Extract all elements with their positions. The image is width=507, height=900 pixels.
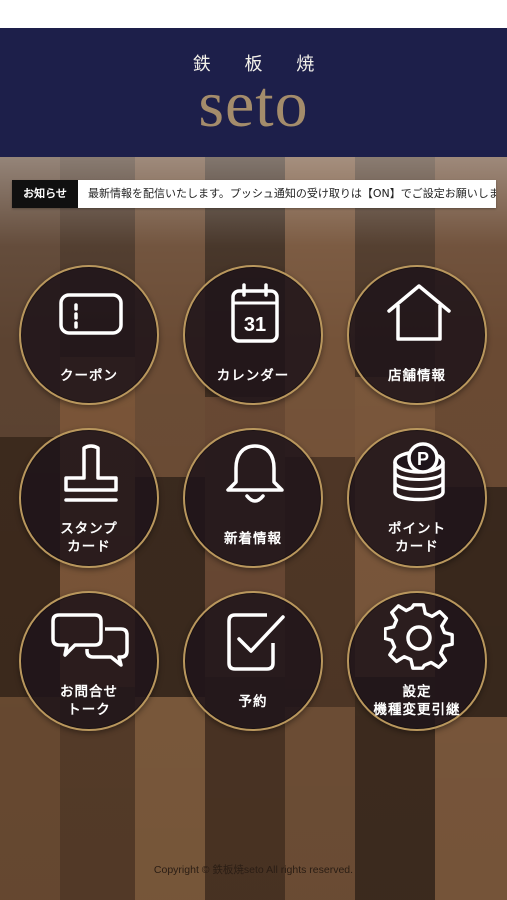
coupon-icon: [21, 267, 161, 407]
clipboard-check-icon: [185, 593, 325, 733]
store-info-label: 店舗情報: [388, 368, 446, 384]
news-text: 最新情報を配信いたします。プッシュ通知の受け取りは【ON】でご設定お願いします。: [88, 187, 496, 200]
stamp-card-button[interactable]: スタンプ カード: [19, 428, 159, 568]
news-ticker[interactable]: お知らせ 最新情報を配信いたします。プッシュ通知の受け取りは【ON】でご設定お願…: [12, 180, 496, 208]
settings-label: 設定: [402, 684, 432, 700]
contact-talk-label-2: トーク: [67, 702, 111, 718]
point-card-label-2: カード: [395, 539, 439, 555]
news-label: お知らせ: [12, 180, 78, 208]
brand-logo: seto: [198, 68, 309, 141]
contact-talk-button[interactable]: お問合せ トーク: [19, 591, 159, 731]
app-header: 鉄 板 焼 seto: [0, 28, 507, 157]
store-info-button[interactable]: 店舗情報: [347, 265, 487, 405]
reservation-label: 予約: [238, 694, 268, 710]
coupon-label: クーポン: [60, 368, 118, 384]
point-card-button[interactable]: P ポイント カード: [347, 428, 487, 568]
calendar-button[interactable]: 31 カレンダー: [183, 265, 323, 405]
stamp-card-label: スタンプ: [60, 521, 118, 537]
point-card-label: ポイント: [388, 521, 446, 537]
settings-label-2: 機種変更引継: [373, 702, 461, 718]
stamp-card-label-2: カード: [67, 539, 111, 555]
news-button[interactable]: 新着情報: [183, 428, 323, 568]
news-label-tile: 新着情報: [224, 531, 282, 547]
svg-text:P: P: [417, 449, 429, 469]
calendar-label: カレンダー: [216, 368, 290, 384]
status-bar: [0, 0, 507, 28]
copyright-footer: Copyright © 鉄板焼seto All rights reserved.: [153, 864, 354, 876]
reservation-button[interactable]: 予約: [183, 591, 323, 731]
coupon-button[interactable]: クーポン: [19, 265, 159, 405]
contact-talk-label: お問合せ: [60, 684, 118, 700]
svg-text:31: 31: [244, 314, 266, 336]
bell-icon: [185, 430, 325, 570]
calendar-icon: 31: [185, 267, 325, 407]
house-icon: [349, 267, 489, 407]
settings-button[interactable]: 設定 機種変更引継: [347, 591, 487, 731]
